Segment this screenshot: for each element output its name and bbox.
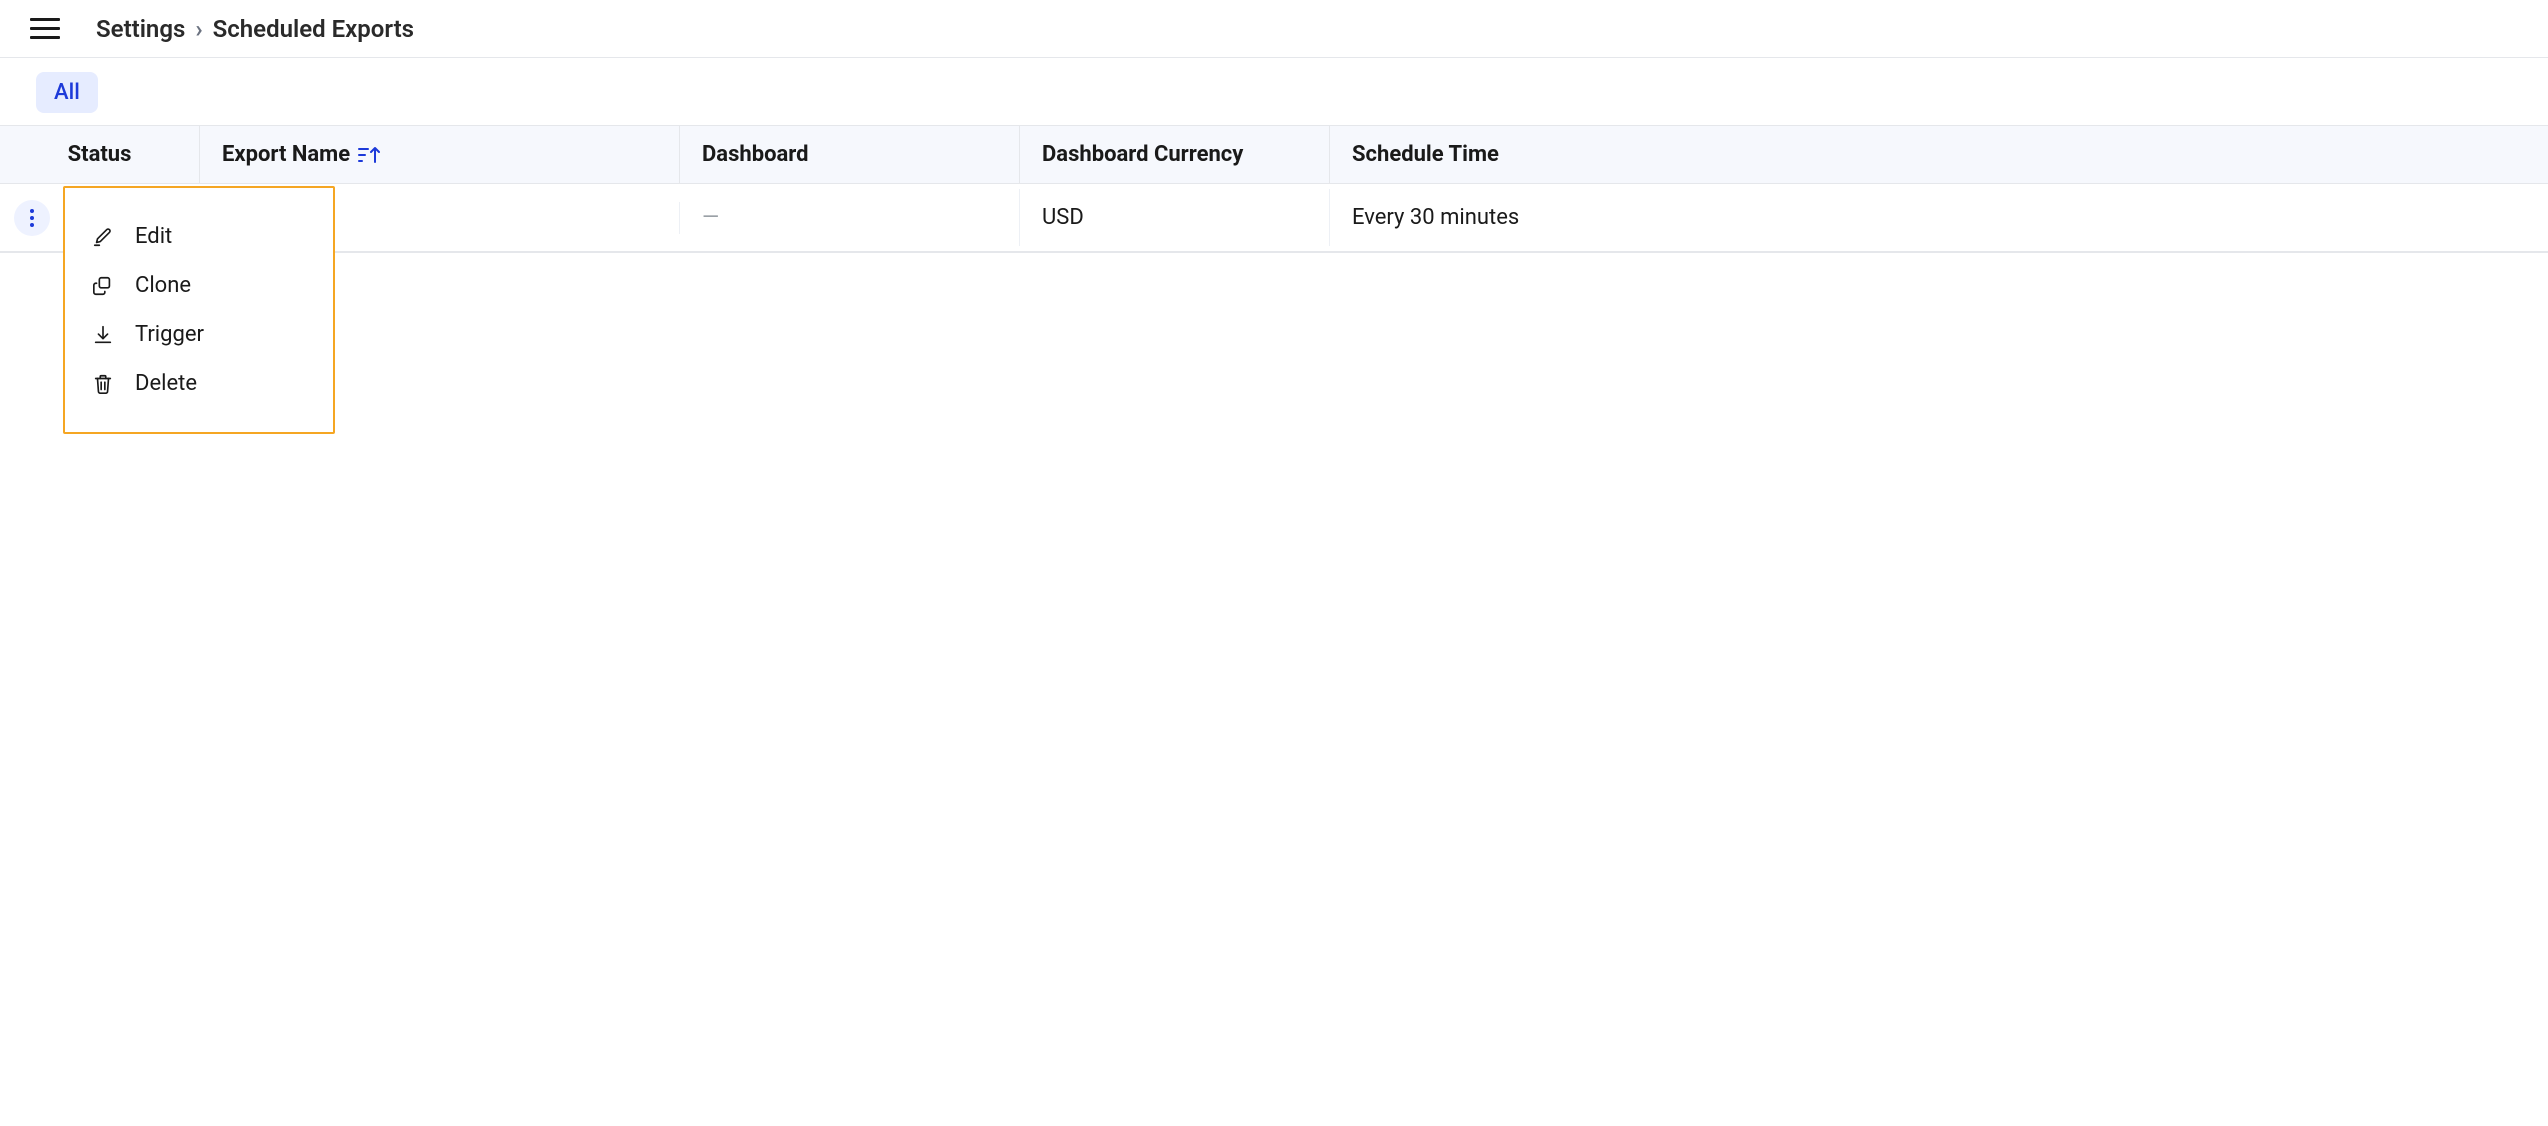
sort-asc-icon [358,145,380,165]
menu-clone[interactable]: Clone [65,261,333,310]
clone-icon [91,274,115,298]
top-bar: Settings › Scheduled Exports [0,0,2548,58]
cell-schedule: Every 30 minutes [1330,189,2548,246]
table-row: ▸ — USD Every 30 minutes [0,184,2548,252]
menu-delete-label: Delete [135,371,197,396]
filter-all[interactable]: All [36,72,98,113]
row-actions-menu: Edit Clone Trigger [63,186,335,434]
menu-delete[interactable]: Delete [65,359,333,408]
breadcrumb-root[interactable]: Settings [96,15,185,43]
menu-edit[interactable]: Edit [65,212,333,261]
table-header: Status Export Name Dashboard Dashboard C… [0,126,2548,184]
col-dashboard[interactable]: Dashboard [680,126,1020,183]
cell-dashboard: — [680,189,1020,246]
col-export-name-label: Export Name [222,142,350,167]
menu-clone-label: Clone [135,273,191,298]
exports-table: Status Export Name Dashboard Dashboard C… [0,125,2548,253]
cell-currency: USD [1020,189,1330,246]
col-schedule[interactable]: Schedule Time [1330,126,2548,183]
col-dashboard-label: Dashboard [702,142,809,167]
trash-icon [91,372,115,396]
filter-row: All [0,58,2548,125]
col-status[interactable]: Status [0,126,200,183]
row-actions-button[interactable] [14,200,50,236]
col-currency[interactable]: Dashboard Currency [1020,126,1330,183]
col-currency-label: Dashboard Currency [1042,142,1243,167]
col-status-label: Status [68,142,132,167]
breadcrumb-page: Scheduled Exports [213,15,414,43]
chevron-right-icon: › [195,15,202,43]
menu-trigger[interactable]: Trigger [65,310,333,359]
col-schedule-label: Schedule Time [1352,142,1499,167]
menu-edit-label: Edit [135,224,172,249]
menu-trigger-label: Trigger [135,322,204,347]
col-export-name[interactable]: Export Name [200,126,680,183]
download-icon [91,323,115,347]
edit-icon [91,225,115,249]
hamburger-menu-button[interactable] [30,14,60,44]
breadcrumb: Settings › Scheduled Exports [96,15,414,43]
